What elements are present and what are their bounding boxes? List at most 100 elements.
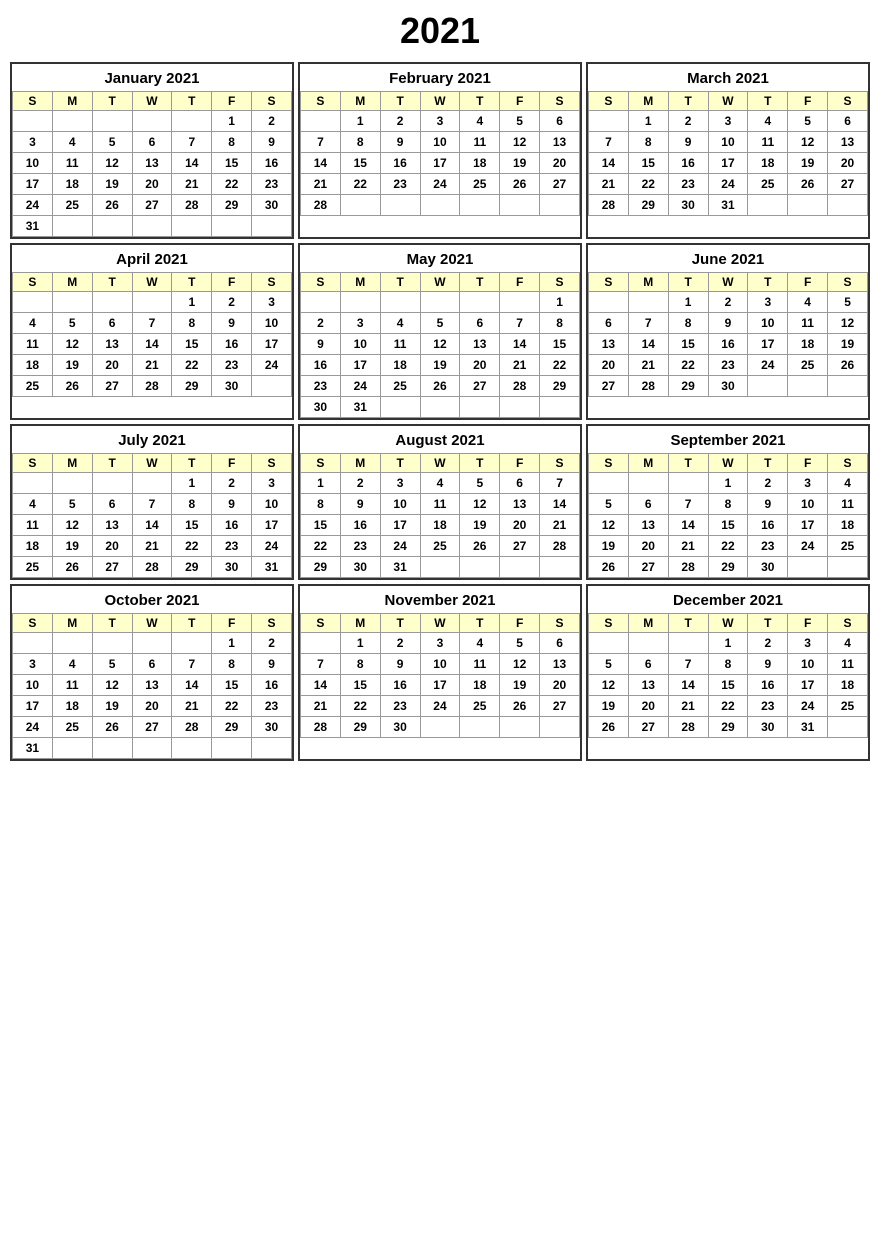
day-cell[interactable]: 15 bbox=[172, 334, 212, 355]
day-cell[interactable]: 31 bbox=[380, 557, 420, 578]
day-cell[interactable]: 9 bbox=[380, 132, 420, 153]
day-cell[interactable]: 18 bbox=[52, 174, 92, 195]
day-cell[interactable]: 27 bbox=[540, 174, 580, 195]
day-cell[interactable]: 13 bbox=[92, 515, 132, 536]
day-cell[interactable]: 26 bbox=[92, 717, 132, 738]
day-cell[interactable]: 26 bbox=[500, 174, 540, 195]
day-cell[interactable]: 22 bbox=[340, 696, 380, 717]
day-cell[interactable]: 2 bbox=[340, 473, 380, 494]
day-cell[interactable]: 4 bbox=[828, 633, 868, 654]
day-cell[interactable]: 3 bbox=[708, 111, 748, 132]
day-cell[interactable]: 13 bbox=[628, 515, 668, 536]
day-cell[interactable]: 22 bbox=[628, 174, 668, 195]
day-cell[interactable]: 4 bbox=[420, 473, 460, 494]
day-cell[interactable]: 1 bbox=[668, 292, 708, 313]
day-cell[interactable]: 17 bbox=[252, 334, 292, 355]
day-cell[interactable]: 12 bbox=[500, 132, 540, 153]
day-cell[interactable]: 18 bbox=[828, 515, 868, 536]
day-cell[interactable]: 3 bbox=[340, 313, 380, 334]
day-cell[interactable]: 16 bbox=[380, 153, 420, 174]
day-cell[interactable]: 7 bbox=[132, 313, 172, 334]
day-cell[interactable]: 21 bbox=[301, 696, 341, 717]
day-cell[interactable]: 30 bbox=[748, 557, 788, 578]
day-cell[interactable]: 10 bbox=[708, 132, 748, 153]
day-cell[interactable]: 30 bbox=[252, 717, 292, 738]
day-cell[interactable]: 16 bbox=[252, 153, 292, 174]
day-cell[interactable]: 25 bbox=[13, 557, 53, 578]
day-cell[interactable]: 21 bbox=[668, 536, 708, 557]
day-cell[interactable]: 8 bbox=[172, 313, 212, 334]
day-cell[interactable]: 9 bbox=[212, 313, 252, 334]
day-cell[interactable]: 17 bbox=[420, 153, 460, 174]
day-cell[interactable]: 25 bbox=[788, 355, 828, 376]
day-cell[interactable]: 2 bbox=[252, 633, 292, 654]
day-cell[interactable]: 8 bbox=[340, 654, 380, 675]
day-cell[interactable]: 6 bbox=[92, 494, 132, 515]
day-cell[interactable]: 16 bbox=[340, 515, 380, 536]
day-cell[interactable]: 1 bbox=[708, 473, 748, 494]
day-cell[interactable]: 23 bbox=[252, 174, 292, 195]
day-cell[interactable]: 22 bbox=[708, 536, 748, 557]
day-cell[interactable]: 1 bbox=[212, 111, 252, 132]
day-cell[interactable]: 1 bbox=[212, 633, 252, 654]
day-cell[interactable]: 7 bbox=[132, 494, 172, 515]
day-cell[interactable]: 31 bbox=[252, 557, 292, 578]
day-cell[interactable]: 6 bbox=[589, 313, 629, 334]
day-cell[interactable]: 24 bbox=[788, 536, 828, 557]
day-cell[interactable]: 11 bbox=[788, 313, 828, 334]
day-cell[interactable]: 11 bbox=[828, 654, 868, 675]
day-cell[interactable]: 19 bbox=[500, 675, 540, 696]
day-cell[interactable]: 11 bbox=[460, 654, 500, 675]
day-cell[interactable]: 25 bbox=[748, 174, 788, 195]
day-cell[interactable]: 6 bbox=[500, 473, 540, 494]
day-cell[interactable]: 31 bbox=[13, 738, 53, 759]
day-cell[interactable]: 23 bbox=[212, 536, 252, 557]
day-cell[interactable]: 28 bbox=[132, 557, 172, 578]
day-cell[interactable]: 20 bbox=[540, 153, 580, 174]
day-cell[interactable]: 30 bbox=[748, 717, 788, 738]
day-cell[interactable]: 15 bbox=[212, 153, 252, 174]
day-cell[interactable]: 27 bbox=[828, 174, 868, 195]
day-cell[interactable]: 22 bbox=[212, 696, 252, 717]
day-cell[interactable]: 8 bbox=[340, 132, 380, 153]
day-cell[interactable]: 23 bbox=[252, 696, 292, 717]
day-cell[interactable]: 18 bbox=[828, 675, 868, 696]
day-cell[interactable]: 16 bbox=[748, 515, 788, 536]
day-cell[interactable]: 16 bbox=[748, 675, 788, 696]
day-cell[interactable]: 8 bbox=[708, 654, 748, 675]
day-cell[interactable]: 23 bbox=[380, 174, 420, 195]
day-cell[interactable]: 28 bbox=[301, 195, 341, 216]
day-cell[interactable]: 24 bbox=[252, 355, 292, 376]
day-cell[interactable]: 1 bbox=[172, 292, 212, 313]
day-cell[interactable]: 27 bbox=[540, 696, 580, 717]
day-cell[interactable]: 14 bbox=[172, 153, 212, 174]
day-cell[interactable]: 11 bbox=[460, 132, 500, 153]
day-cell[interactable]: 9 bbox=[340, 494, 380, 515]
day-cell[interactable]: 30 bbox=[252, 195, 292, 216]
day-cell[interactable]: 10 bbox=[252, 313, 292, 334]
day-cell[interactable]: 27 bbox=[589, 376, 629, 397]
day-cell[interactable]: 22 bbox=[340, 174, 380, 195]
day-cell[interactable]: 9 bbox=[380, 654, 420, 675]
day-cell[interactable]: 26 bbox=[500, 696, 540, 717]
day-cell[interactable]: 16 bbox=[212, 334, 252, 355]
day-cell[interactable]: 9 bbox=[748, 494, 788, 515]
day-cell[interactable]: 26 bbox=[420, 376, 460, 397]
day-cell[interactable]: 3 bbox=[13, 654, 53, 675]
day-cell[interactable]: 4 bbox=[460, 111, 500, 132]
day-cell[interactable]: 24 bbox=[13, 195, 53, 216]
day-cell[interactable]: 18 bbox=[748, 153, 788, 174]
day-cell[interactable]: 17 bbox=[340, 355, 380, 376]
day-cell[interactable]: 6 bbox=[628, 654, 668, 675]
day-cell[interactable]: 29 bbox=[172, 376, 212, 397]
day-cell[interactable]: 29 bbox=[340, 717, 380, 738]
day-cell[interactable]: 19 bbox=[788, 153, 828, 174]
day-cell[interactable]: 9 bbox=[748, 654, 788, 675]
day-cell[interactable]: 24 bbox=[380, 536, 420, 557]
day-cell[interactable]: 4 bbox=[748, 111, 788, 132]
day-cell[interactable]: 2 bbox=[212, 473, 252, 494]
day-cell[interactable]: 5 bbox=[589, 654, 629, 675]
day-cell[interactable]: 12 bbox=[589, 675, 629, 696]
day-cell[interactable]: 22 bbox=[172, 355, 212, 376]
day-cell[interactable]: 22 bbox=[172, 536, 212, 557]
